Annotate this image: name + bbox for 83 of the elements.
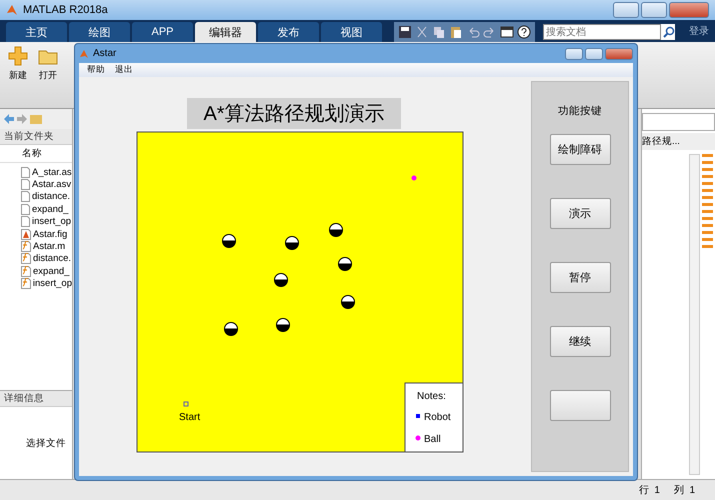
editor-tab[interactable]: 路径规...	[642, 133, 715, 150]
file-item[interactable]: insert_op	[0, 278, 72, 290]
details-message: 选择文件	[26, 437, 66, 450]
file-item[interactable]: Astar.m	[0, 240, 72, 253]
scrollbar[interactable]	[689, 154, 700, 475]
window-title: MATLAB R2018a	[23, 4, 108, 16]
start-marker	[184, 402, 188, 406]
file-item[interactable]: A_star.as	[0, 166, 72, 178]
menu-item[interactable]: 帮助	[87, 64, 105, 76]
function-file-icon	[21, 241, 31, 252]
panel-header: 详细信息	[0, 391, 72, 407]
function-file-icon	[21, 253, 31, 264]
file-item[interactable]: Astar.fig	[0, 228, 72, 240]
document-icon	[21, 179, 30, 190]
obstacle-ball	[224, 322, 238, 336]
folder-up-icon[interactable]	[30, 114, 42, 124]
row-indicator: 行 1	[638, 484, 660, 497]
matlab-logo-icon	[79, 48, 89, 58]
toolstrip-button[interactable]: 新建	[8, 46, 28, 104]
path-field[interactable]	[642, 113, 715, 131]
legend-box	[404, 382, 464, 452]
file-item[interactable]: distance.	[0, 252, 72, 266]
file-item[interactable]: expand_	[0, 265, 72, 278]
maximize-button[interactable]	[585, 48, 603, 60]
file-item[interactable]: expand_	[0, 203, 72, 216]
action-button[interactable]: 继续	[550, 326, 610, 357]
login-link[interactable]: 登录	[689, 24, 709, 38]
document-icon	[21, 191, 30, 202]
plus-icon	[8, 46, 28, 66]
save-icon[interactable]	[398, 25, 412, 39]
action-button[interactable]: 暂停	[550, 262, 610, 293]
close-button[interactable]	[605, 48, 633, 60]
menu-item[interactable]: 退出	[115, 64, 133, 76]
action-button[interactable]: 绘制障碍	[550, 134, 610, 165]
help-icon[interactable]	[517, 25, 531, 39]
column-header[interactable]: 名称	[0, 145, 72, 163]
legend-title: Notes:	[417, 391, 446, 402]
close-button[interactable]	[669, 2, 709, 18]
document-icon	[21, 204, 30, 215]
ribbon-tab[interactable]: 视图	[321, 22, 382, 42]
action-button[interactable]: 演示	[550, 198, 610, 229]
file-item[interactable]: distance.	[0, 190, 72, 204]
search-icon	[663, 26, 675, 38]
document-icon	[21, 216, 30, 228]
maximize-button[interactable]	[641, 2, 667, 18]
obstacle-ball	[274, 273, 288, 287]
panel-title: 功能按键	[558, 104, 602, 118]
back-arrow-icon[interactable]	[4, 114, 14, 124]
panel-header: 当前文件夹	[0, 129, 72, 145]
toolstrip-button[interactable]: 打开	[38, 46, 58, 104]
ribbon-tab[interactable]: 编辑器	[195, 22, 256, 42]
ribbon-tab[interactable]: APP	[132, 22, 193, 42]
goal-point	[412, 176, 416, 180]
forward-arrow-icon[interactable]	[17, 114, 27, 124]
search-field[interactable]: 搜索文档	[543, 24, 675, 40]
window-icon[interactable]	[500, 25, 514, 39]
obstacle-ball	[338, 257, 352, 271]
plot-title: A*算法路径规划演示	[187, 98, 401, 129]
obstacle-ball	[329, 223, 343, 237]
ribbon-tab[interactable]: 绘图	[69, 22, 130, 42]
ribbon-tab[interactable]: 发布	[258, 22, 319, 42]
legend-label: Ball	[424, 434, 441, 445]
file-item[interactable]: Astar.asv	[0, 178, 72, 191]
obstacle-ball	[341, 295, 355, 309]
obstacle-ball	[285, 236, 299, 250]
function-file-icon	[21, 266, 31, 277]
file-item[interactable]: insert_op	[0, 216, 72, 228]
obstacle-ball	[276, 318, 290, 332]
minimize-button[interactable]	[613, 2, 639, 18]
matlab-logo-icon	[6, 4, 18, 16]
minimize-button[interactable]	[565, 48, 583, 60]
paste-icon[interactable]	[449, 25, 463, 39]
obstacle-ball	[222, 234, 236, 248]
figure-file-icon	[21, 228, 31, 240]
action-button[interactable]	[550, 390, 610, 421]
document-icon	[21, 166, 30, 178]
ribbon-tab[interactable]: 主页	[6, 22, 67, 42]
copy-icon[interactable]	[432, 25, 446, 39]
legend-label: Robot	[424, 412, 451, 423]
column-indicator: 列 1	[674, 484, 695, 497]
function-file-icon	[21, 278, 31, 290]
start-label: Start	[179, 412, 200, 423]
window-title: Astar	[93, 48, 116, 59]
